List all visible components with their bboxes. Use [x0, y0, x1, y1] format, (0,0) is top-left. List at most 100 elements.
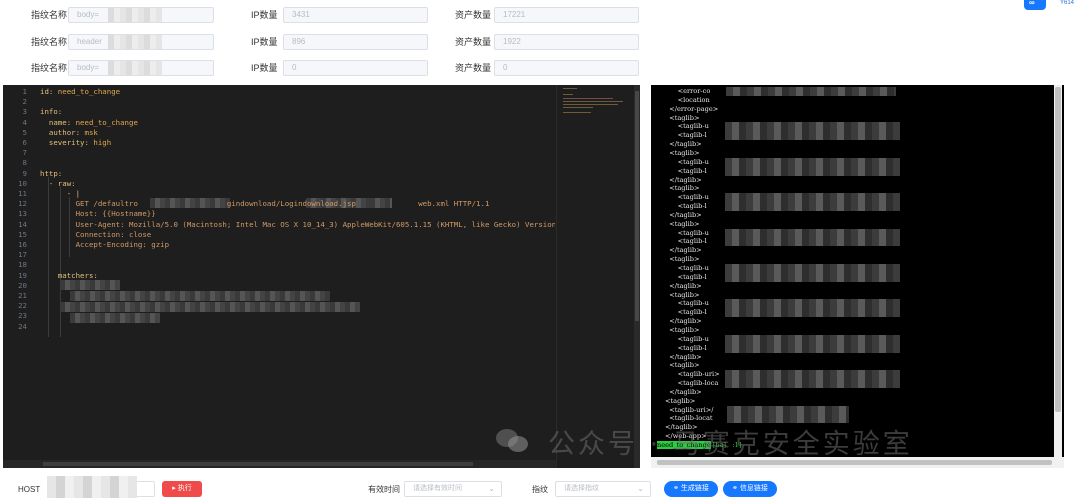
- response-line: <error-co: [665, 87, 711, 95]
- code-line: http:: [40, 169, 62, 178]
- yaml-key: matchers:: [40, 270, 98, 280]
- fingerprint-placeholder: 请选择指纹: [564, 485, 599, 492]
- line-number: 24: [18, 321, 27, 331]
- generate-link-label: 生成链接: [680, 485, 709, 492]
- line-number: 15: [18, 229, 27, 239]
- response-line: <taglib>: [665, 184, 700, 193]
- mosaic-redaction: [725, 202, 900, 212]
- fingerprint-name-label: 指纹名称: [31, 63, 68, 73]
- editor-horizontal-scrollbar[interactable]: [3, 460, 556, 468]
- mosaic-redaction: [725, 157, 900, 167]
- line-number: 21: [18, 291, 27, 300]
- mosaic-redaction: [70, 291, 330, 301]
- ip-count-label: IP数量: [251, 10, 278, 20]
- asset-count-field[interactable]: 17221: [494, 7, 639, 23]
- response-line: <taglib>: [665, 325, 700, 334]
- response-line: </taglib>: [665, 387, 702, 396]
- yaml-value: Accept-Encoding: gzip: [40, 240, 170, 249]
- code-line: User-Agent: Mozilla/5.0 (Macintosh; Inte…: [40, 220, 555, 229]
- code-line: severity: high: [40, 138, 111, 147]
- line-number: 13: [18, 209, 27, 219]
- asset-count-label: 资产数量: [455, 63, 492, 73]
- yaml-code-editor[interactable]: 1 2 3 4 5 6 7 8 9 10 11 12 13 14 15 16 17 18 19 20 21 22 23 24 …: [3, 85, 640, 468]
- mosaic-redaction: [725, 299, 900, 309]
- code-line: - raw:: [40, 179, 76, 188]
- yaml-key: http:: [40, 168, 63, 178]
- ip-count-field[interactable]: 896: [283, 34, 428, 50]
- line-number: 20: [18, 280, 27, 290]
- mosaic-redaction: [726, 87, 896, 96]
- host-input[interactable]: [137, 481, 155, 497]
- line-number: 12: [18, 199, 27, 209]
- yaml-value: User-Agent: Mozilla/5.0 (Macintosh; Inte…: [40, 219, 555, 229]
- scroll-thumb[interactable]: [1055, 87, 1061, 412]
- mosaic-redaction: [725, 264, 900, 273]
- mosaic-redaction: [725, 237, 900, 247]
- yaml-value: high: [88, 138, 112, 147]
- mosaic-redaction: [727, 405, 849, 415]
- asset-count-field[interactable]: 1922: [494, 34, 639, 50]
- scroll-thumb[interactable]: [635, 91, 639, 321]
- scroll-thumb[interactable]: [43, 462, 473, 466]
- mosaic-redaction: [725, 334, 900, 344]
- response-line: <taglib>: [665, 290, 700, 299]
- line-number: 23: [18, 311, 27, 321]
- line-number: 14: [18, 219, 27, 229]
- wechat-watermark: 公众号 · 马赛克安全实验室: [496, 421, 913, 461]
- line-number: 11: [18, 189, 27, 198]
- mosaic-redaction: [725, 228, 900, 238]
- terminal-vertical-scrollbar[interactable]: [1054, 85, 1062, 457]
- line-number: 2: [22, 97, 27, 107]
- mosaic-redaction: [60, 302, 360, 312]
- mosaic-redaction: [108, 61, 162, 75]
- mosaic-redaction: [725, 308, 900, 318]
- response-line: </taglib>: [665, 140, 702, 149]
- minimap-line: [563, 98, 613, 99]
- run-button[interactable]: ▸ 执行: [162, 481, 202, 497]
- minimap-line: [563, 104, 618, 105]
- yaml-value: msk: [80, 127, 98, 137]
- ip-count-field[interactable]: 0: [283, 60, 428, 76]
- line-number: 5: [22, 127, 27, 137]
- watermark-text: 公众号 · 马赛克安全实验室: [548, 428, 913, 460]
- response-line: </taglib>: [665, 210, 702, 219]
- valid-time-select[interactable]: 请选择有效时间 ⌄: [404, 481, 502, 497]
- generate-link-button[interactable]: ⚭ 生成链接: [664, 481, 718, 497]
- response-line: <taglib>: [665, 255, 700, 264]
- line-number: 10: [18, 178, 27, 188]
- line-number: 19: [18, 270, 27, 280]
- editor-vertical-scrollbar[interactable]: [634, 85, 640, 468]
- code-line: GET /defaultro gindownload/Logindownload…: [40, 199, 490, 209]
- response-line: <location: [665, 95, 710, 104]
- code-line: author: msk: [40, 128, 98, 137]
- line-number: 16: [18, 240, 27, 249]
- ip-count-field[interactable]: 3431: [283, 7, 428, 23]
- chevron-down-icon: ⌄: [488, 484, 495, 493]
- yaml-key: id:: [40, 87, 54, 96]
- mosaic-redaction: [725, 379, 900, 389]
- editor-minimap[interactable]: [556, 85, 634, 468]
- response-line: </error-page>: [665, 104, 719, 113]
- code-line: id: need_to_change: [40, 87, 120, 96]
- line-number-gutter: 1 2 3 4 5 6 7 8 9 10 11 12 13 14 15 16 17 18 19 20 21 22 23 24: [3, 85, 35, 468]
- line-number: 18: [18, 260, 27, 270]
- ip-count-label: IP数量: [251, 63, 278, 73]
- mosaic-redaction: [725, 193, 900, 203]
- info-link-button[interactable]: ⚭ 信息链接: [723, 481, 777, 497]
- asset-count-field[interactable]: 0: [494, 60, 639, 76]
- yaml-value: GET /defaultro gindownload/Logindownload…: [40, 199, 490, 209]
- fingerprint-select[interactable]: 请选择指纹 ⌄: [555, 481, 651, 497]
- minimap-line: [563, 94, 573, 95]
- code-area[interactable]: id: need_to_change info: name: need_to_ch…: [40, 85, 555, 468]
- fingerprint-name-label: 指纹名称: [31, 10, 68, 20]
- host-input-redacted[interactable]: [47, 476, 137, 498]
- fingerprint-row-3: 指纹名称 body= IP数量 0 资产数量 0: [0, 60, 1080, 80]
- line-number: 3: [22, 107, 27, 117]
- code-line: matchers:: [40, 271, 98, 280]
- mosaic-redaction: [108, 8, 162, 22]
- wechat-icon: [496, 427, 530, 455]
- response-terminal[interactable]: <error-co <location </error-page> <tagli…: [651, 85, 1064, 457]
- yaml-key: severity:: [40, 138, 89, 147]
- mosaic-redaction: [725, 343, 900, 353]
- yaml-value: need_to_change: [53, 87, 121, 96]
